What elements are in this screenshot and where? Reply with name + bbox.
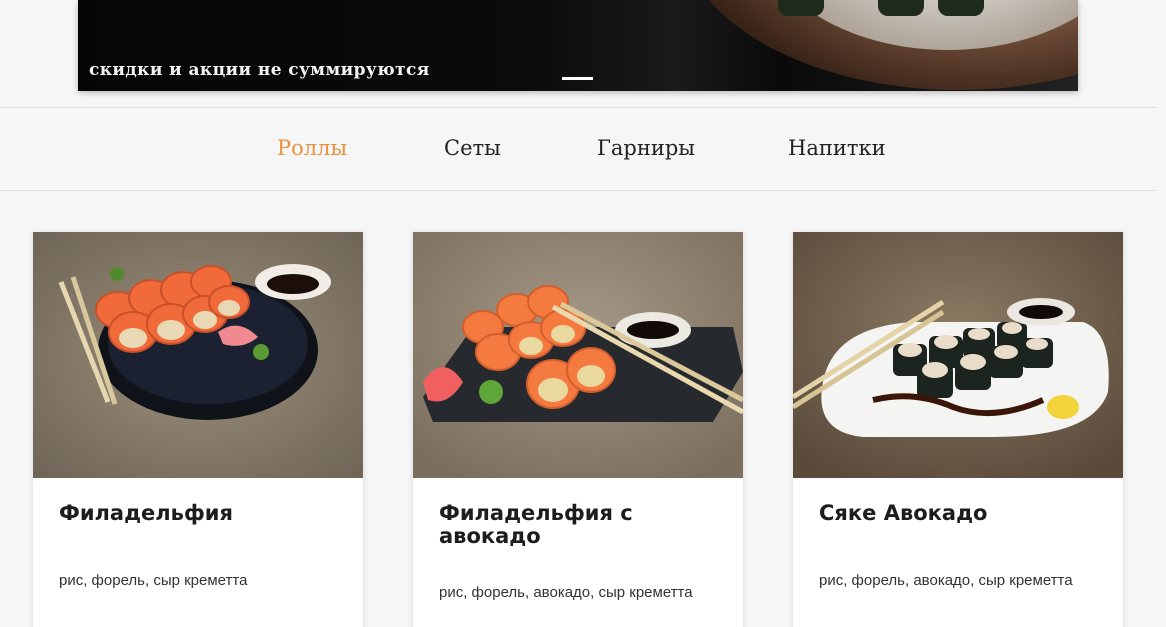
promo-banner[interactable]: скидки и акции не суммируются (78, 0, 1078, 91)
slider-indicator[interactable] (562, 77, 593, 80)
product-title: Филадельфия (59, 501, 233, 525)
product-description: рис, форель, авокадо, сыр креметта (439, 584, 693, 601)
tab-drinks[interactable]: Напитки (788, 136, 886, 160)
product-image[interactable] (33, 232, 363, 478)
product-card[interactable]: Филадельфия рис, форель, сыр креметта (33, 232, 363, 627)
product-title: Филадельфия с авокадо (439, 501, 633, 548)
product-description: рис, форель, авокадо, сыр креметта (819, 572, 1073, 589)
tab-garnishes[interactable]: Гарниры (597, 136, 695, 160)
tab-rolls[interactable]: Роллы (277, 136, 347, 160)
product-card[interactable]: Сяке Авокадо рис, форель, авокадо, сыр к… (793, 232, 1123, 627)
product-description: рис, форель, сыр креметта (59, 572, 248, 589)
tab-sets[interactable]: Сеты (444, 136, 501, 160)
product-image[interactable] (413, 232, 743, 478)
product-title: Сяке Авокадо (819, 501, 988, 525)
product-image[interactable] (793, 232, 1123, 478)
product-card[interactable]: Филадельфия с авокадо рис, форель, авока… (413, 232, 743, 627)
category-nav: Роллы Сеты Гарниры Напитки (0, 107, 1157, 191)
banner-caption: скидки и акции не суммируются (89, 60, 430, 80)
